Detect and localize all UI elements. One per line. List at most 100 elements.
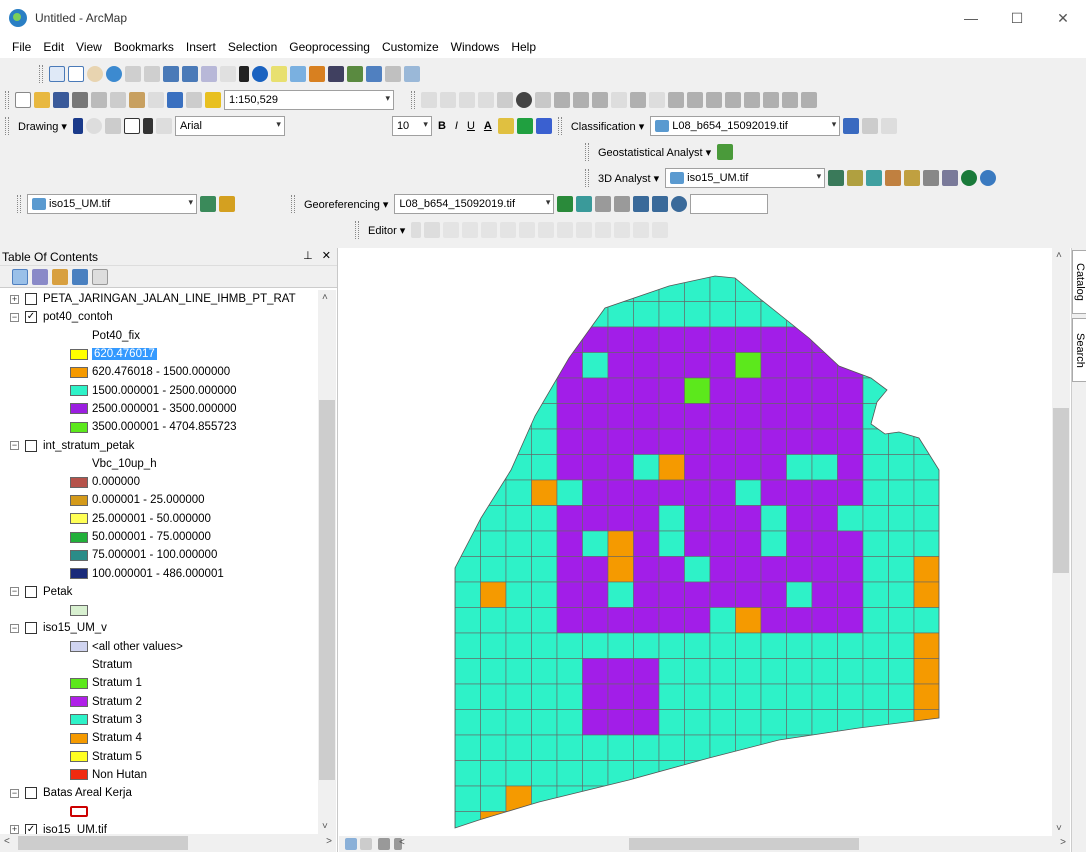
back-icon[interactable] bbox=[163, 66, 179, 82]
create-features-icon[interactable] bbox=[652, 222, 669, 238]
layer-tool-k-icon[interactable] bbox=[744, 92, 760, 108]
steepest-path-icon[interactable] bbox=[847, 170, 864, 186]
map-horizontal-scrollbar[interactable]: < > bbox=[339, 836, 1070, 852]
toc-horizontal-scrollbar[interactable]: < > bbox=[0, 834, 336, 852]
legend-swatch[interactable] bbox=[70, 385, 88, 397]
legend-swatch[interactable] bbox=[70, 568, 88, 580]
layer-name[interactable]: pot40_contoh bbox=[43, 311, 113, 323]
toc-legend-class[interactable]: 50.000001 - 75.000000 bbox=[0, 528, 318, 546]
legend-swatch[interactable] bbox=[70, 732, 88, 744]
map-display[interactable] bbox=[339, 248, 1071, 836]
layer-tool-b-icon[interactable] bbox=[573, 92, 589, 108]
table-of-contents-icon[interactable] bbox=[440, 92, 456, 108]
classification-layer-combo[interactable]: L08_b654_15092019.tif ▾ bbox=[650, 116, 841, 136]
new-text-icon[interactable] bbox=[142, 118, 153, 134]
save-icon[interactable] bbox=[53, 92, 69, 108]
font-name-combo[interactable]: Arial ▾ bbox=[174, 116, 285, 136]
pan-icon[interactable] bbox=[87, 66, 103, 82]
classification-tool-icon[interactable] bbox=[843, 118, 860, 134]
viewer-icon[interactable] bbox=[404, 66, 420, 82]
layer-tool-i-icon[interactable] bbox=[706, 92, 722, 108]
data-view-icon[interactable] bbox=[345, 838, 357, 850]
legend-swatch[interactable] bbox=[70, 604, 88, 616]
layer-visibility-checkbox[interactable]: ✓ bbox=[25, 823, 37, 834]
legend-swatch[interactable] bbox=[70, 805, 88, 817]
split-icon[interactable] bbox=[576, 222, 593, 238]
toc-legend-class[interactable]: Stratum 3 bbox=[0, 711, 318, 729]
layer-tool-h-icon[interactable] bbox=[687, 92, 703, 108]
legend-swatch[interactable] bbox=[70, 696, 88, 708]
interpolate-point-icon[interactable] bbox=[885, 170, 902, 186]
zoom-in-icon[interactable] bbox=[49, 66, 65, 82]
layer-visibility-checkbox[interactable] bbox=[25, 293, 37, 306]
expand-collapse-icon[interactable]: − bbox=[10, 788, 19, 798]
toc-legend-class[interactable]: <all other values> bbox=[0, 638, 318, 656]
font-size-combo[interactable]: 10 ▾ bbox=[391, 116, 432, 136]
geostatistical-wizard-icon[interactable] bbox=[717, 144, 734, 160]
rotate-georef-icon[interactable] bbox=[576, 196, 593, 212]
arcscene-icon[interactable] bbox=[961, 170, 978, 186]
time-slider-icon[interactable] bbox=[385, 66, 401, 82]
toc-legend-class[interactable]: 0.000001 - 25.000000 bbox=[0, 491, 318, 509]
layer-tool-n-icon[interactable] bbox=[801, 92, 817, 108]
toc-legend-class[interactable]: Stratum 1 bbox=[0, 674, 318, 692]
toc-options-icon[interactable] bbox=[92, 268, 108, 285]
auto-registration-icon[interactable] bbox=[671, 196, 688, 212]
layer-visibility-checkbox[interactable] bbox=[25, 585, 37, 598]
menu-file[interactable]: File bbox=[6, 40, 37, 54]
search-window-icon[interactable] bbox=[478, 92, 494, 108]
layer-tool-f-icon[interactable] bbox=[649, 92, 665, 108]
drawing-menu[interactable]: Drawing ▾ bbox=[15, 120, 70, 133]
contour-icon[interactable] bbox=[828, 170, 845, 186]
list-by-source-icon[interactable] bbox=[32, 268, 48, 285]
add-control-points-icon[interactable] bbox=[557, 196, 574, 212]
image-layer-combo[interactable]: iso15_UM.tif ▾ bbox=[27, 194, 197, 214]
layer-name[interactable]: iso15_UM_v bbox=[43, 622, 107, 634]
expand-collapse-icon[interactable]: − bbox=[10, 312, 19, 322]
layer-name[interactable]: PETA_JARINGAN_JALAN_LINE_IHMB_PT_RAT bbox=[43, 293, 296, 305]
arctoolbox-icon[interactable] bbox=[497, 92, 513, 108]
toc-legend-class[interactable]: 620.476018 - 1500.000000 bbox=[0, 363, 318, 381]
toc-legend-class[interactable]: 3500.000001 - 4704.855723 bbox=[0, 418, 318, 436]
expand-collapse-icon[interactable]: + bbox=[10, 825, 19, 834]
legend-swatch[interactable] bbox=[70, 366, 88, 378]
find-icon[interactable] bbox=[328, 66, 344, 82]
training-sample-icon[interactable] bbox=[862, 118, 879, 134]
menu-geoprocessing[interactable]: Geoprocessing bbox=[283, 40, 376, 54]
legend-swatch[interactable] bbox=[70, 549, 88, 561]
close-button[interactable]: ✕ bbox=[1040, 0, 1086, 36]
underline-button[interactable]: U bbox=[464, 120, 478, 132]
cut-polygons-icon[interactable] bbox=[557, 222, 574, 238]
zoom-out-icon[interactable] bbox=[68, 66, 84, 82]
menu-windows[interactable]: Windows bbox=[445, 40, 506, 54]
layer-tool-e-icon[interactable] bbox=[630, 92, 646, 108]
paste-icon[interactable] bbox=[129, 92, 145, 108]
editor-toolbar-icon[interactable] bbox=[421, 92, 437, 108]
modelbuilder-icon[interactable] bbox=[535, 92, 551, 108]
image-analysis-icon[interactable] bbox=[200, 196, 216, 212]
legend-swatch[interactable] bbox=[70, 513, 88, 525]
toc-legend-class[interactable]: 2500.000001 - 3500.000000 bbox=[0, 400, 318, 418]
map-scale-combo[interactable]: 1:150,529 ▾ bbox=[224, 90, 394, 110]
forward-icon[interactable] bbox=[182, 66, 198, 82]
interpolate-polygon-icon[interactable] bbox=[923, 170, 940, 186]
legend-swatch[interactable] bbox=[70, 714, 88, 726]
rectangle-icon[interactable] bbox=[123, 118, 140, 134]
legend-swatch[interactable] bbox=[70, 769, 88, 781]
point-icon[interactable] bbox=[500, 222, 517, 238]
menu-insert[interactable]: Insert bbox=[180, 40, 222, 54]
toc-legend-class[interactable]: 620.476017 bbox=[0, 345, 318, 363]
list-by-visibility-icon[interactable] bbox=[52, 268, 68, 285]
raster-grid-map[interactable] bbox=[339, 248, 1071, 836]
toc-pin-button[interactable]: ⊥ bbox=[303, 250, 313, 262]
reshape-icon[interactable] bbox=[538, 222, 555, 238]
edit-vertices-editor-icon[interactable] bbox=[519, 222, 536, 238]
clear-selection-icon[interactable] bbox=[220, 66, 236, 82]
end-point-arc-icon[interactable] bbox=[462, 222, 479, 238]
expand-collapse-icon[interactable]: − bbox=[10, 441, 19, 451]
legend-swatch[interactable] bbox=[70, 476, 88, 488]
html-popup-icon[interactable] bbox=[290, 66, 306, 82]
full-extent-icon[interactable] bbox=[106, 66, 122, 82]
toc-legend-class[interactable]: Stratum 5 bbox=[0, 747, 318, 765]
scale-icon[interactable] bbox=[614, 196, 631, 212]
